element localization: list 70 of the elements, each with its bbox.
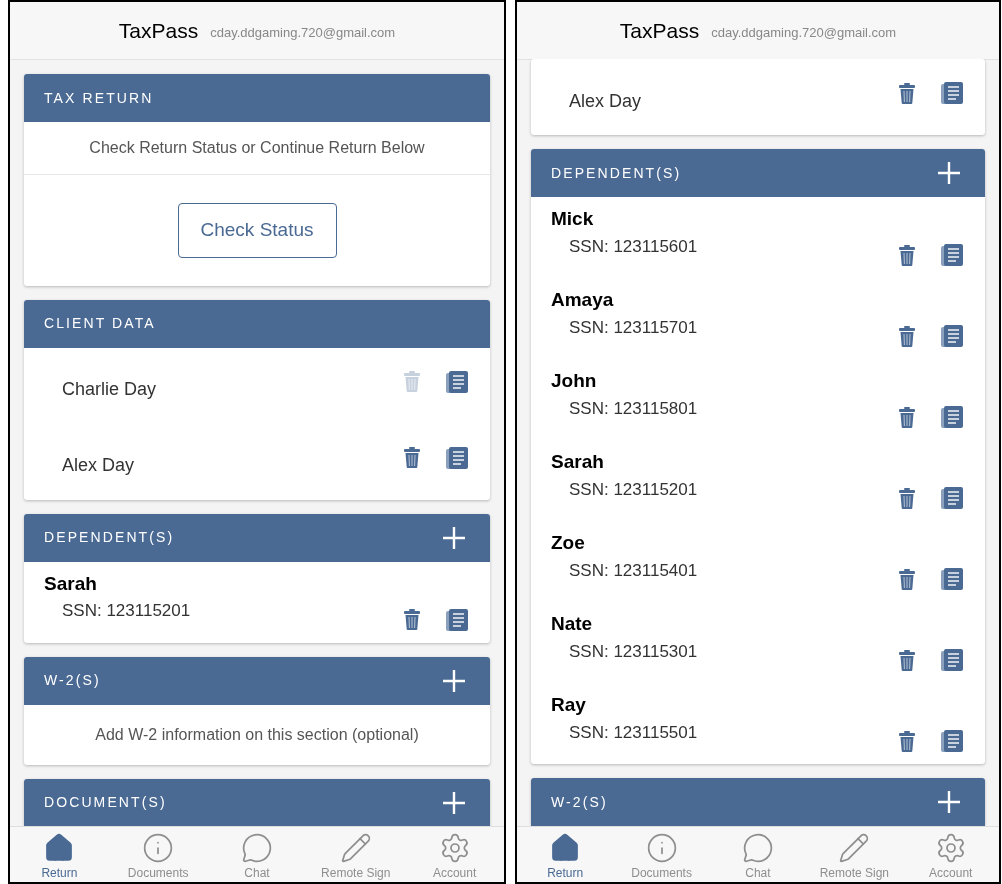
document-icon[interactable] (446, 370, 468, 393)
trash-icon[interactable] (899, 325, 915, 347)
document-icon[interactable] (446, 608, 468, 631)
document-icon[interactable] (941, 406, 963, 428)
trash-icon[interactable] (899, 487, 915, 509)
nav-tab-icon (645, 831, 678, 864)
section-title: TAX RETURN (44, 88, 154, 108)
document-icon[interactable] (941, 568, 963, 590)
trash-icon[interactable] (899, 82, 915, 104)
trash-icon[interactable] (899, 406, 915, 428)
dependent-name: Ray (551, 693, 587, 717)
check-status-button[interactable]: Check Status (177, 203, 337, 258)
dependent-name: Amaya (551, 288, 615, 312)
document-icon[interactable] (941, 730, 963, 752)
nav-tab[interactable]: Return (15, 827, 104, 882)
user-email: cday.ddgaming.720@gmail.com (210, 23, 396, 42)
nav-tab-icon (339, 831, 372, 864)
dependent-ssn: SSN: 123115201 (61, 600, 192, 622)
trash-icon[interactable] (899, 730, 915, 752)
trash-icon[interactable] (899, 244, 915, 266)
nav-tab-icon (838, 831, 871, 864)
section-title: W-2(S) (551, 792, 608, 812)
dependent-ssn: SSN: 123115801 (568, 397, 699, 420)
section-title: CLIENT DATA (44, 314, 156, 333)
dependent-ssn: SSN: 123115301 (568, 640, 699, 663)
document-icon[interactable] (941, 487, 963, 509)
nav-tab[interactable]: Remote Sign (311, 827, 400, 882)
nav-tab[interactable]: Chat (713, 827, 802, 882)
dependent-name: Mick (551, 207, 595, 231)
nav-tab-icon (142, 831, 175, 864)
trash-icon[interactable] (404, 447, 420, 468)
dependent-ssn: SSN: 123115701 (568, 316, 699, 339)
document-icon[interactable] (941, 325, 963, 347)
dependent-ssn: SSN: 123115401 (568, 559, 699, 582)
app-title: TaxPass (619, 17, 700, 44)
dependent-name: Zoe (551, 531, 586, 555)
section-title: DOCUMENT(S) (44, 793, 167, 812)
dependent-ssn: SSN: 123115201 (568, 478, 699, 501)
client-name: Charlie Day (62, 378, 158, 401)
section-title: DEPENDENT(S) (551, 163, 682, 183)
nav-tab[interactable]: Return (521, 827, 610, 882)
section-title: DEPENDENT(S) (44, 528, 175, 547)
nav-tab[interactable]: Remote Sign (810, 827, 899, 882)
trash-icon[interactable] (404, 609, 420, 630)
document-icon[interactable] (941, 82, 963, 104)
client-name: Alex Day (569, 89, 643, 113)
user-email: cday.ddgaming.720@gmail.com (711, 23, 897, 42)
document-icon[interactable] (941, 244, 963, 266)
nav-tab[interactable]: Chat (213, 827, 301, 882)
dependent-name: Nate (551, 612, 594, 636)
dependent-name: John (551, 369, 598, 393)
nav-tab-icon (241, 831, 273, 864)
trash-icon[interactable] (899, 649, 915, 671)
nav-tab-icon (741, 831, 774, 864)
nav-tab[interactable]: Documents (114, 827, 203, 882)
section-note: Add W-2 information on this section (optional) (94, 724, 420, 745)
nav-tab[interactable]: Documents (617, 827, 706, 882)
status-message: Check Return Status or Continue Return Below (24, 122, 490, 175)
nav-tab[interactable]: Account (410, 827, 499, 882)
document-icon[interactable] (941, 649, 963, 671)
dependent-ssn: SSN: 123115601 (568, 235, 699, 258)
dependent-name: Sarah (44, 571, 98, 596)
dependent-name: Sarah (551, 450, 605, 474)
document-icon[interactable] (446, 446, 468, 469)
app-title: TaxPass (118, 17, 199, 44)
client-name: Alex Day (62, 454, 136, 477)
dependent-ssn: SSN: 123115501 (568, 721, 699, 744)
trash-icon[interactable] (899, 568, 915, 590)
nav-tab[interactable]: Account (906, 827, 995, 882)
section-title: W-2(S) (44, 671, 101, 690)
